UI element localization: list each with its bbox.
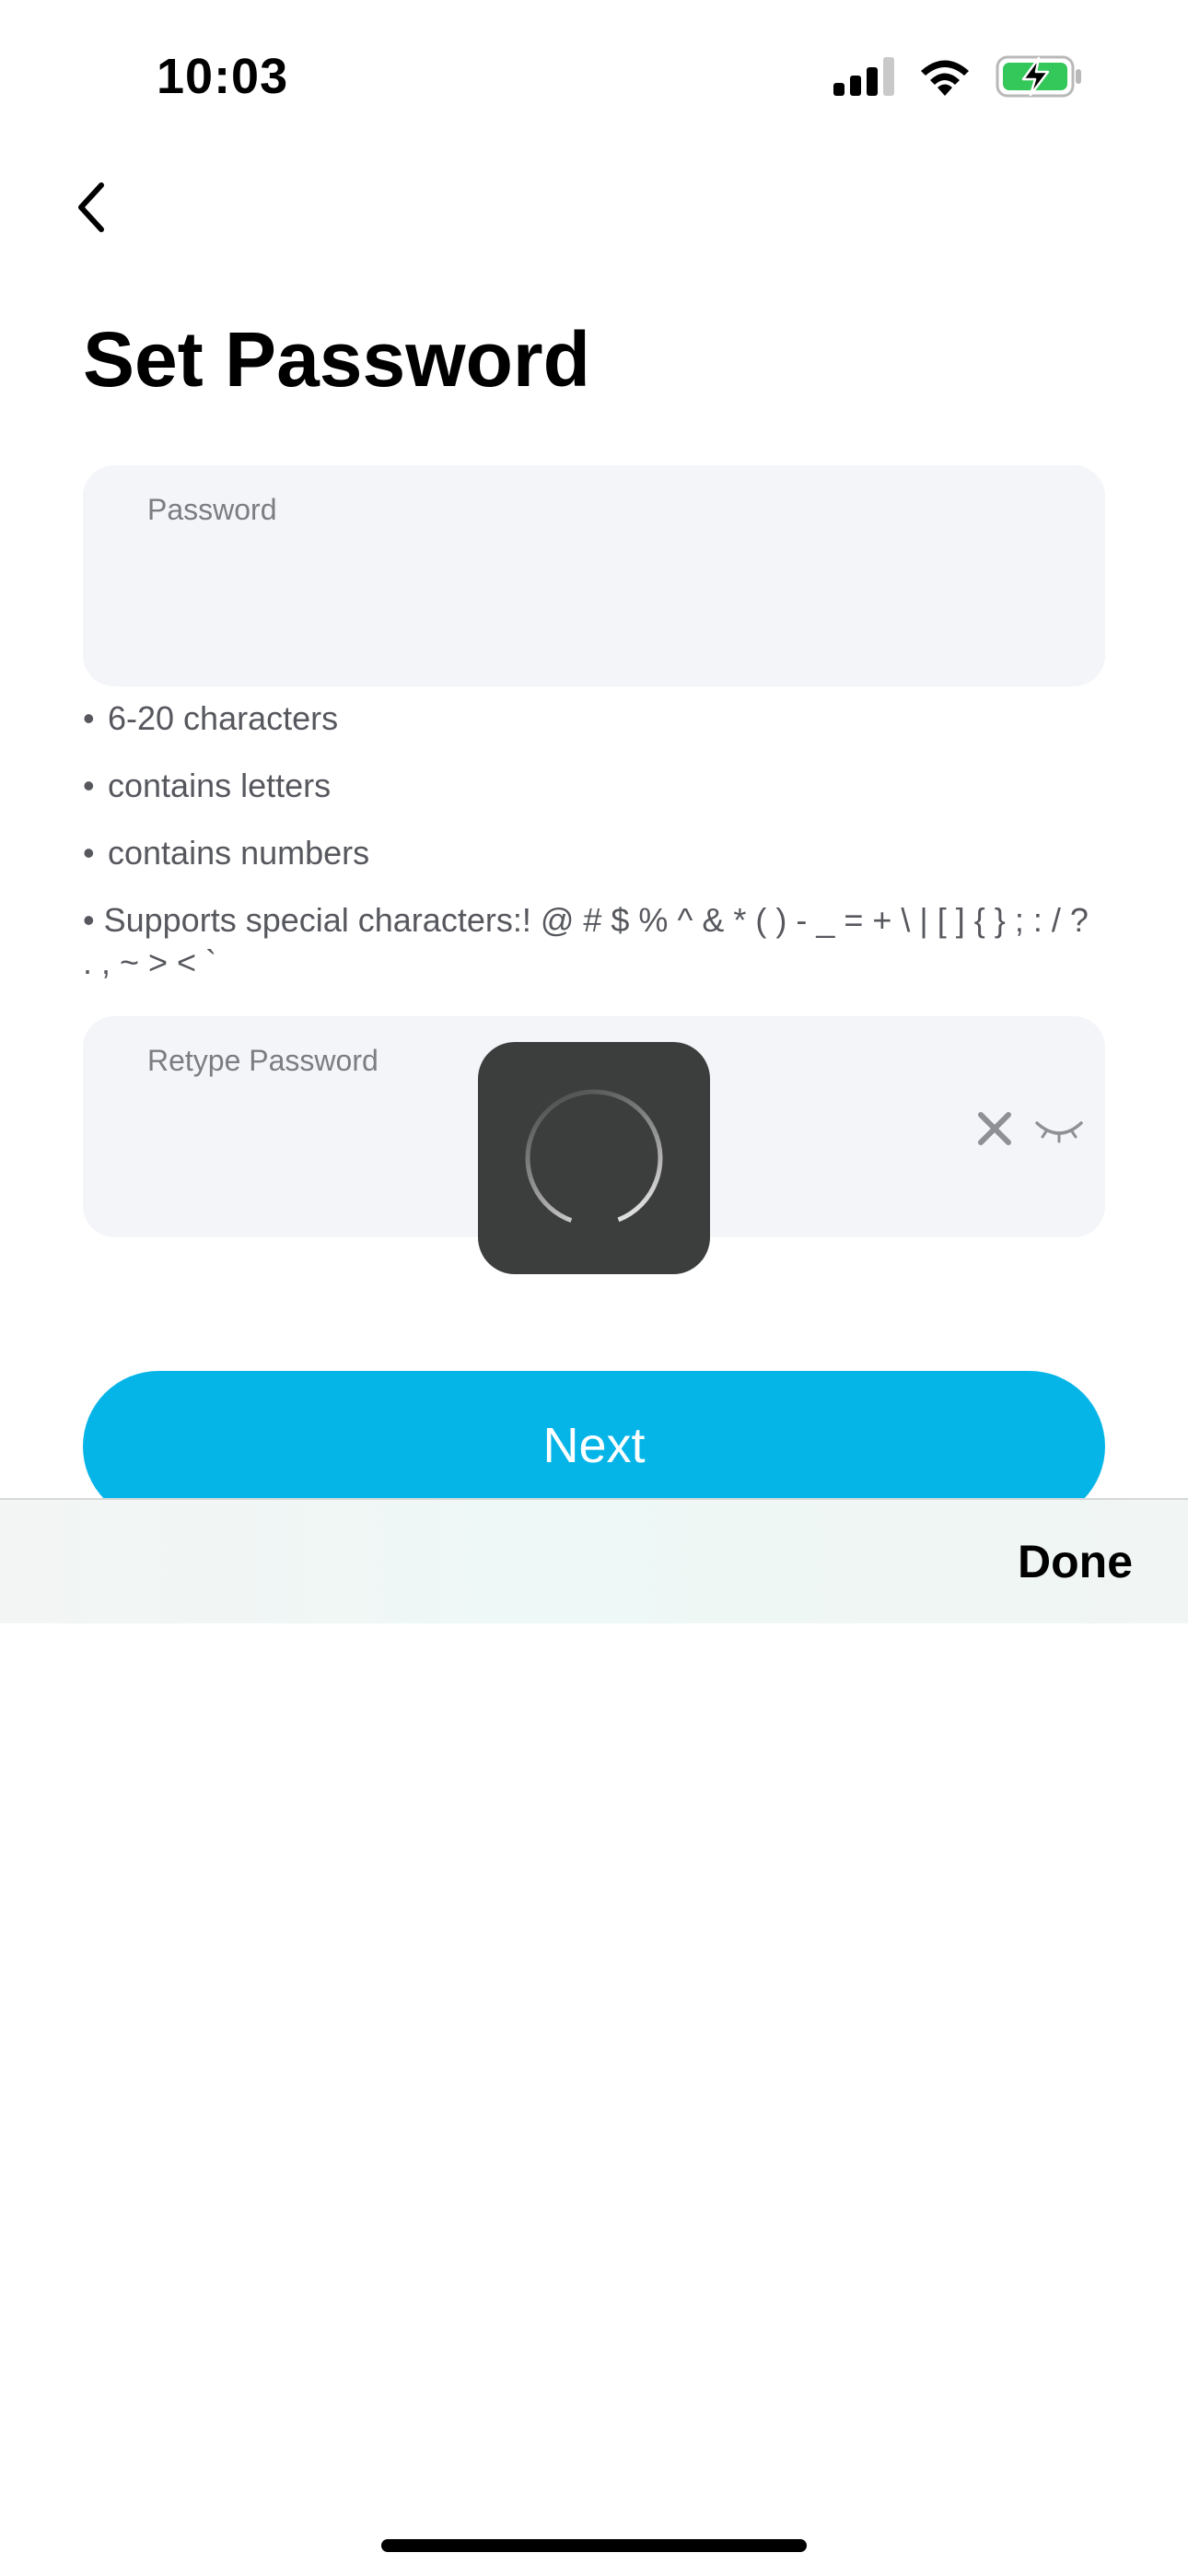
chevron-left-icon (78, 182, 104, 232)
password-label: Password (147, 493, 277, 526)
toggle-visibility-button[interactable] (1033, 1108, 1085, 1149)
done-button[interactable]: Done (1018, 1535, 1133, 1588)
close-icon (978, 1112, 1011, 1145)
cellular-signal-icon (833, 57, 894, 96)
rule-special-characters: • Supports special characters:! @ # $ % … (83, 901, 1089, 981)
keyboard-accessory-bar: Done (0, 1498, 1188, 1623)
spinner-icon (525, 1089, 663, 1227)
password-rules: • 6-20 characters • contains letters • cont… (83, 697, 1105, 1009)
retype-password-label: Retype Password (147, 1044, 379, 1077)
status-time: 10:03 (157, 49, 289, 104)
loading-hud (478, 1042, 710, 1274)
battery-charging-icon (996, 55, 1081, 98)
status-icons (833, 55, 1082, 98)
wifi-icon (921, 60, 969, 96)
rule-length: • 6-20 characters (83, 699, 339, 737)
status-bar: 10:03 (0, 0, 1188, 157)
page-title: Set Password (83, 316, 590, 403)
rule-letters: • contains letters (83, 767, 332, 804)
eye-closed-icon (1035, 1121, 1083, 1143)
password-field[interactable]: Password (83, 465, 1105, 686)
password-input[interactable] (147, 567, 934, 651)
back-button[interactable] (55, 170, 129, 244)
rule-numbers: • contains numbers (83, 834, 370, 872)
home-indicator (381, 2539, 807, 2552)
clear-button[interactable] (972, 1106, 1018, 1152)
